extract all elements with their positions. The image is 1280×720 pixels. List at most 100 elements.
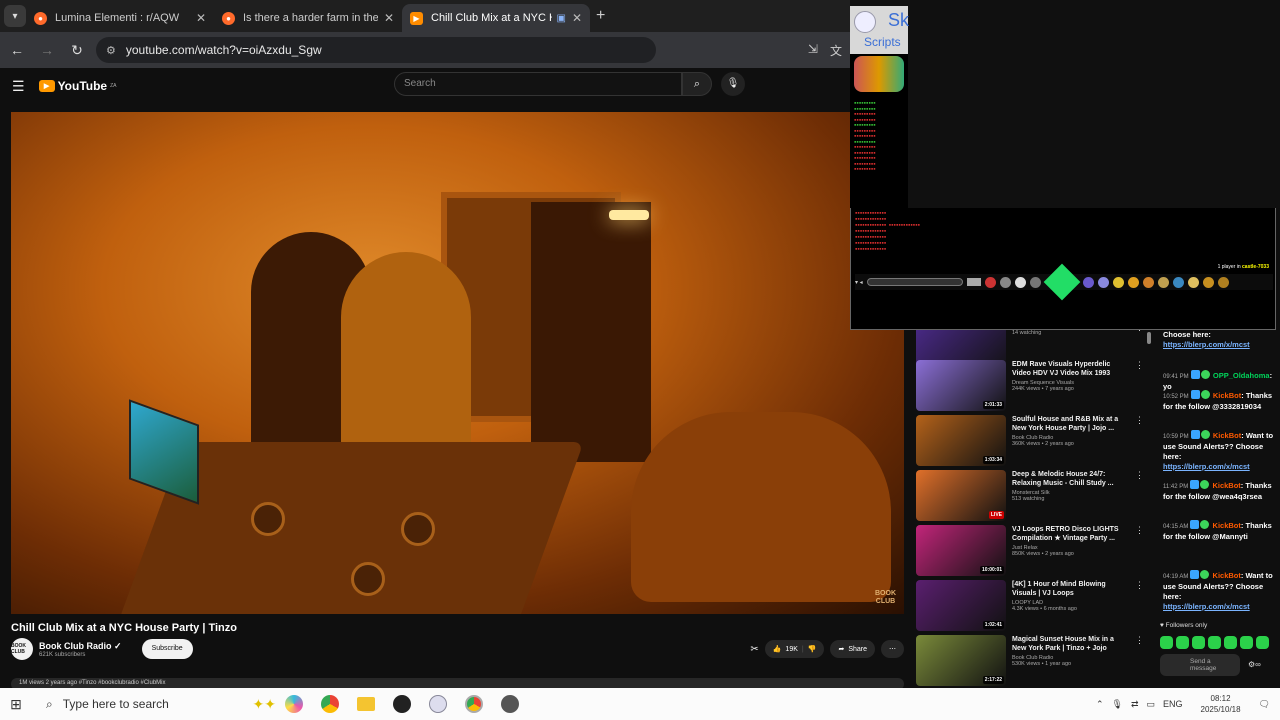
- more-options-icon[interactable]: ⋮: [1135, 360, 1144, 371]
- chat-username[interactable]: KickBot: [1212, 481, 1240, 490]
- taskbar-search[interactable]: ⌕ Type here to search ✦✦: [36, 688, 276, 720]
- recommended-title[interactable]: VJ Loops RETRO Disco LIGHTS Compilation …: [1012, 525, 1130, 543]
- video-thumbnail[interactable]: 1:02:41: [916, 580, 1006, 631]
- skill-icon[interactable]: [984, 276, 996, 288]
- recommended-video[interactable]: 2:01:33 EDM Rave Visuals Hyperdelic Video…: [916, 360, 1148, 412]
- clip-icon[interactable]: ✂: [750, 644, 758, 655]
- script-overlay-header[interactable]: Sk Scripts: [850, 6, 909, 54]
- subscribe-button[interactable]: Subscribe: [141, 639, 193, 659]
- recommended-title[interactable]: Soulful House and R&B Mix at a New York …: [1012, 415, 1130, 433]
- menu-icon[interactable]: [1112, 276, 1124, 288]
- new-tab-icon[interactable]: +: [596, 7, 605, 25]
- recommended-video[interactable]: LIVE Deep & Melodic House 24/7: Relaxing …: [916, 470, 1148, 522]
- channel-avatar[interactable]: BOOK CLUB: [11, 638, 33, 660]
- chat-link[interactable]: https://blerp.com/x/mcst: [1163, 462, 1250, 471]
- more-options-icon[interactable]: ⋮: [1135, 330, 1144, 333]
- chat-toggle-icon[interactable]: ▾ ◂: [855, 279, 863, 286]
- video-thumbnail[interactable]: 1:03:34: [916, 415, 1006, 466]
- network-icon[interactable]: ⇄: [1131, 699, 1139, 710]
- skill-icon[interactable]: [999, 276, 1011, 288]
- emote-icon[interactable]: [1208, 636, 1221, 649]
- close-icon[interactable]: ✕: [572, 11, 582, 25]
- skill-icon[interactable]: [1014, 276, 1026, 288]
- skill-icon[interactable]: [1029, 276, 1041, 288]
- taskbar-app-chrome[interactable]: [312, 688, 348, 720]
- chat-username[interactable]: KickBot: [1213, 521, 1241, 530]
- emote-icon[interactable]: [1176, 636, 1189, 649]
- channel-name[interactable]: Book Club Radio ✓: [39, 641, 122, 652]
- video-thumbnail[interactable]: LIVE: [916, 470, 1006, 521]
- share-button[interactable]: ➦ Share: [830, 640, 875, 658]
- menu-icon[interactable]: [1202, 276, 1214, 288]
- taskbar-app-4[interactable]: [420, 688, 456, 720]
- chevron-up-icon[interactable]: ⌃: [1096, 699, 1104, 710]
- clock[interactable]: 08:12 2025/10/18: [1191, 693, 1251, 715]
- more-actions-button[interactable]: ⋯: [881, 640, 904, 658]
- tab-search-button[interactable]: ▾: [4, 5, 26, 27]
- game-send-button[interactable]: [966, 278, 981, 286]
- install-app-icon[interactable]: ⇲: [808, 42, 818, 59]
- more-options-icon[interactable]: ⋮: [1135, 635, 1144, 646]
- video-player[interactable]: BOOK CLUB: [11, 112, 904, 614]
- recommended-video[interactable]: 1:02:41 [4K] 1 Hour of Mind Blowing Visua…: [916, 580, 1148, 632]
- more-options-icon[interactable]: ⋮: [1135, 415, 1144, 426]
- menu-icon[interactable]: [1217, 276, 1229, 288]
- taskbar-app-6[interactable]: [492, 688, 528, 720]
- translate-icon[interactable]: 文: [830, 42, 842, 59]
- menu-icon[interactable]: [1142, 276, 1154, 288]
- scrollbar-thumb[interactable]: [1147, 332, 1151, 344]
- recommended-title[interactable]: EDM Rave Visuals Hyperdelic Video HDV VJ…: [1012, 360, 1130, 378]
- recommended-video[interactable]: 10:00:01 VJ Loops RETRO Disco LIGHTS Comp…: [916, 525, 1148, 577]
- scrollbar[interactable]: [1146, 330, 1152, 682]
- skill-icon-active[interactable]: [1043, 263, 1081, 301]
- chat-settings-icon[interactable]: ⚙∞: [1248, 660, 1261, 669]
- more-options-icon[interactable]: ⋮: [1135, 470, 1144, 481]
- video-thumbnail[interactable]: 10:00:01: [916, 525, 1006, 576]
- menu-icon[interactable]: ☰: [12, 78, 25, 95]
- tab-youtube-video[interactable]: ▶ Chill Club Mix at a NYC Hou ▣ ✕: [402, 4, 590, 32]
- chat-username[interactable]: KickBot: [1213, 571, 1241, 580]
- taskbar-app-5[interactable]: [456, 688, 492, 720]
- menu-icon[interactable]: [1172, 276, 1184, 288]
- menu-icon[interactable]: [1157, 276, 1169, 288]
- emote-icon[interactable]: [1240, 636, 1253, 649]
- menu-icon[interactable]: [1097, 276, 1109, 288]
- search-input[interactable]: Search: [394, 72, 682, 96]
- recommended-title[interactable]: [4K] 1 Hour of Mind Blowing Visuals | VJ…: [1012, 580, 1130, 598]
- taskbar-app-steam[interactable]: [384, 688, 420, 720]
- voice-search-button[interactable]: 🎙: [721, 72, 745, 96]
- language-indicator[interactable]: ENG: [1163, 699, 1183, 709]
- close-icon[interactable]: ✕: [196, 11, 206, 25]
- video-thumbnail[interactable]: 2:01:33: [916, 360, 1006, 411]
- reload-icon[interactable]: ↻: [64, 42, 90, 59]
- recommended-video[interactable]: 2:17:22 Magical Sunset House Mix in a New…: [916, 635, 1148, 687]
- scripts-label[interactable]: Scripts: [864, 35, 901, 49]
- chat-link[interactable]: https://blerp.com/x/mcst: [1163, 340, 1250, 349]
- recommended-video[interactable]: 1:03:34 Soulful House and R&B Mix at a Ne…: [916, 415, 1148, 467]
- like-button[interactable]: 👍 19K | 👎: [764, 640, 825, 658]
- chat-link[interactable]: https://blerp.com/x/mcst: [1163, 602, 1250, 611]
- chat-username[interactable]: OPP_Oldahoma: [1213, 371, 1270, 380]
- video-thumbnail[interactable]: 2:17:22: [916, 635, 1006, 686]
- more-options-icon[interactable]: ⋮: [1135, 525, 1144, 536]
- chat-username[interactable]: KickBot: [1213, 391, 1241, 400]
- tab-reddit-farm[interactable]: ● Is there a harder farm in the ga ✕: [214, 4, 402, 32]
- youtube-logo[interactable]: ▶ YouTube ZA: [38, 79, 117, 93]
- menu-icon[interactable]: [1082, 276, 1094, 288]
- game-chat-input[interactable]: [866, 278, 963, 286]
- game-window[interactable]: ▪▪▪▪▪▪▪▪▪▪▪▪▪ ▪▪▪▪▪▪▪▪▪▪▪▪▪ ▪▪▪▪▪▪▪▪▪▪▪▪…: [850, 208, 1276, 330]
- emote-icon[interactable]: [1224, 636, 1237, 649]
- site-info-icon[interactable]: ⚙: [106, 44, 116, 57]
- recommended-title[interactable]: Magical Sunset House Mix in a New York P…: [1012, 635, 1130, 653]
- tab-reddit-aqw[interactable]: ● Lumina Elementi : r/AQW ✕: [26, 4, 214, 32]
- taskbar-app-copilot[interactable]: [276, 688, 312, 720]
- search-highlight-icon[interactable]: ✦✦: [253, 696, 276, 713]
- emote-icon[interactable]: [1192, 636, 1205, 649]
- emote-icon[interactable]: [1160, 636, 1173, 649]
- microphone-icon[interactable]: 🎙: [1112, 699, 1123, 710]
- forward-icon[interactable]: →: [34, 42, 60, 58]
- address-bar[interactable]: ⚙ youtube.com/watch?v=oiAzxdu_Sgw: [96, 37, 656, 63]
- search-button[interactable]: ⌕: [682, 72, 712, 96]
- chat-message-input[interactable]: Send a message: [1160, 654, 1240, 676]
- thumbs-down-icon[interactable]: 👎: [808, 645, 817, 653]
